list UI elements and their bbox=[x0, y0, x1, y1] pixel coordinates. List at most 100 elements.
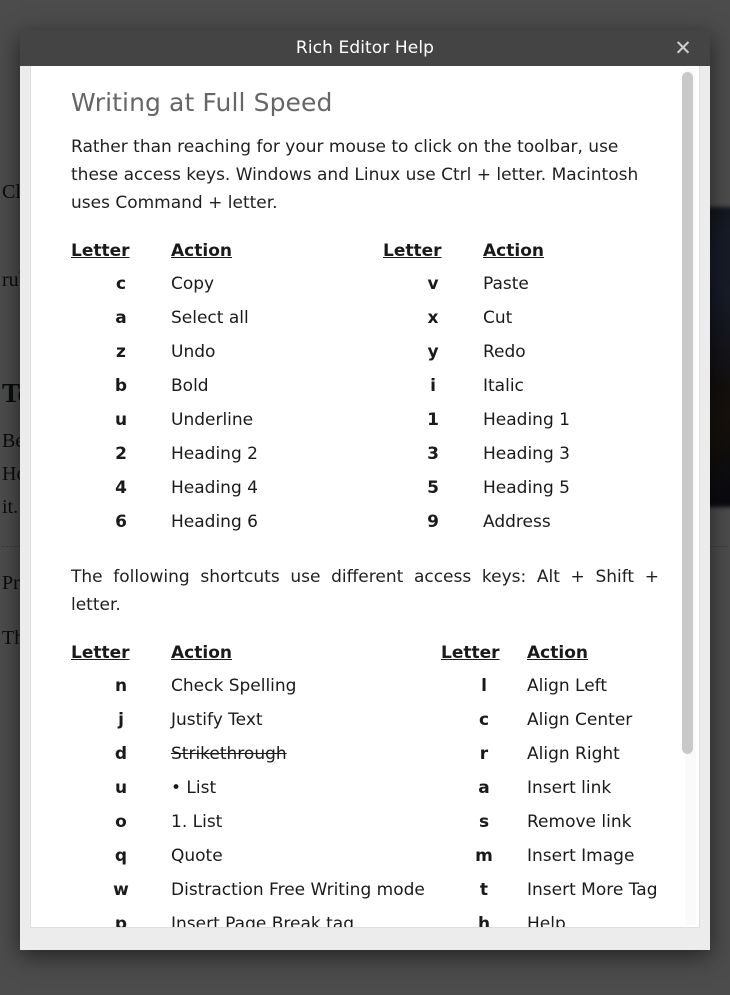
table-row: p Insert Page Break tag h Help bbox=[71, 907, 679, 927]
cell-letter: a bbox=[478, 778, 490, 798]
cell-letter: 1 bbox=[427, 410, 439, 430]
cell-letter: 3 bbox=[427, 444, 439, 464]
cell-letter: v bbox=[427, 274, 439, 294]
modal-content: Writing at Full Speed Rather than reachi… bbox=[31, 66, 699, 927]
table-row: w Distraction Free Writing mode t Insert Mo… bbox=[71, 873, 679, 907]
table-header-row: Letter Action Letter Action bbox=[71, 641, 679, 669]
cell-action: Insert Page Break tag bbox=[171, 914, 354, 927]
table-row: 6 Heading 6 9 Address bbox=[71, 505, 679, 539]
cell-letter: 6 bbox=[115, 512, 127, 532]
cell-action: Insert link bbox=[527, 778, 612, 798]
cell-letter: y bbox=[427, 342, 439, 362]
cell-letter: j bbox=[118, 710, 124, 730]
cell-action: Address bbox=[483, 512, 551, 532]
content-heading: Writing at Full Speed bbox=[71, 88, 333, 117]
cell-action: Align Right bbox=[527, 744, 620, 764]
header-letter: Letter bbox=[383, 241, 442, 261]
cell-letter: r bbox=[479, 744, 489, 764]
cell-action: Heading 4 bbox=[171, 478, 258, 498]
table-body-alt-shift: n Check Spelling l Align Left j Justify Text c… bbox=[71, 669, 679, 927]
cell-letter: 9 bbox=[427, 512, 439, 532]
cell-action: Check Spelling bbox=[171, 676, 297, 696]
modal-body-container: Writing at Full Speed Rather than reachi… bbox=[30, 66, 700, 928]
cell-action: Italic bbox=[483, 376, 524, 396]
cell-letter: i bbox=[430, 376, 436, 396]
cell-action: Remove link bbox=[527, 812, 632, 832]
cell-action: Heading 2 bbox=[171, 444, 258, 464]
modal-titlebar: Rich Editor Help ✕ bbox=[20, 30, 710, 66]
cell-action: Heading 6 bbox=[171, 512, 258, 532]
table-row: 2 Heading 2 3 Heading 3 bbox=[71, 437, 679, 471]
cell-letter: u bbox=[114, 410, 128, 430]
cell-action: Redo bbox=[483, 342, 526, 362]
cell-action: Distraction Free Writing mode bbox=[171, 880, 425, 900]
cell-letter: t bbox=[479, 880, 489, 900]
cell-action: Insert More Tag bbox=[527, 880, 658, 900]
cell-letter: u bbox=[114, 778, 128, 798]
cell-action: Justify Text bbox=[171, 710, 263, 730]
cell-action: Heading 5 bbox=[483, 478, 570, 498]
cell-letter: h bbox=[477, 914, 491, 927]
cell-action: 1. List bbox=[171, 812, 223, 832]
cell-action: Quote bbox=[171, 846, 223, 866]
table-row: d Strikethrough r Align Right bbox=[71, 737, 679, 771]
cell-letter: q bbox=[114, 846, 128, 866]
shortcut-table-alt-shift: Letter Action Letter Action n Check Spell… bbox=[71, 641, 679, 927]
header-action: Action bbox=[171, 241, 232, 261]
cell-letter: n bbox=[114, 676, 128, 696]
modal-scrollbar-track[interactable] bbox=[682, 68, 696, 925]
intro-paragraph: Rather than reaching for your mouse to c… bbox=[71, 137, 639, 213]
cell-action: Help bbox=[527, 914, 566, 927]
header-letter: Letter bbox=[71, 241, 130, 261]
cell-letter: 2 bbox=[115, 444, 127, 464]
cell-action: Copy bbox=[171, 274, 215, 294]
cell-letter: p bbox=[114, 914, 128, 927]
table-body-ctrl: c Copy v Paste a Select all x Cut z Undo y Redo b Bol… bbox=[71, 267, 679, 539]
modal-footer bbox=[20, 928, 710, 950]
cell-action: Select all bbox=[171, 308, 249, 328]
table-row: q Quote m Insert Image bbox=[71, 839, 679, 873]
table-header-row: Letter Action Letter Action bbox=[71, 239, 679, 267]
header-letter: Letter bbox=[71, 643, 130, 663]
table-row: b Bold i Italic bbox=[71, 369, 679, 403]
cell-action: Heading 3 bbox=[483, 444, 570, 464]
table-row: u • List a Insert link bbox=[71, 771, 679, 805]
cell-action: Align Center bbox=[527, 710, 633, 730]
header-action: Action bbox=[171, 643, 232, 663]
cell-action: Heading 1 bbox=[483, 410, 570, 430]
table-row: j Justify Text c Align Center bbox=[71, 703, 679, 737]
cell-letter: x bbox=[427, 308, 439, 328]
second-paragraph: The following shortcuts use different ac… bbox=[71, 567, 659, 615]
cell-action: Align Left bbox=[527, 676, 608, 696]
shortcut-table-ctrl: Letter Action Letter Action c Copy v Paste a… bbox=[71, 239, 679, 539]
cell-letter: l bbox=[481, 676, 487, 696]
cell-action: Paste bbox=[483, 274, 529, 294]
cell-action: Insert Image bbox=[527, 846, 635, 866]
cell-letter: s bbox=[478, 812, 490, 832]
cell-letter: b bbox=[114, 376, 128, 396]
header-action: Action bbox=[483, 241, 544, 261]
cell-letter: w bbox=[113, 880, 129, 900]
modal-title: Rich Editor Help bbox=[295, 38, 435, 58]
modal-scrollbar-thumb[interactable] bbox=[682, 72, 693, 754]
cell-letter: m bbox=[475, 846, 493, 866]
table-row: z Undo y Redo bbox=[71, 335, 679, 369]
close-icon[interactable]: ✕ bbox=[666, 30, 700, 66]
cell-letter: c bbox=[115, 274, 127, 294]
header-action: Action bbox=[527, 643, 588, 663]
cell-action: Underline bbox=[171, 410, 254, 430]
cell-letter: 5 bbox=[427, 478, 439, 498]
cell-action: Undo bbox=[171, 342, 216, 362]
cell-letter: d bbox=[114, 744, 128, 764]
cell-action: Bold bbox=[171, 376, 209, 396]
cell-action: Cut bbox=[483, 308, 513, 328]
table-row: 4 Heading 4 5 Heading 5 bbox=[71, 471, 679, 505]
table-row: o 1. List s Remove link bbox=[71, 805, 679, 839]
table-row: u Underline 1 Heading 1 bbox=[71, 403, 679, 437]
cell-action: • List bbox=[171, 778, 217, 798]
cell-letter: z bbox=[116, 342, 126, 362]
cell-letter: a bbox=[115, 308, 127, 328]
cell-letter: o bbox=[115, 812, 127, 832]
table-row: a Select all x Cut bbox=[71, 301, 679, 335]
rich-editor-help-modal: Rich Editor Help ✕ Writing at Full Speed… bbox=[20, 30, 710, 950]
